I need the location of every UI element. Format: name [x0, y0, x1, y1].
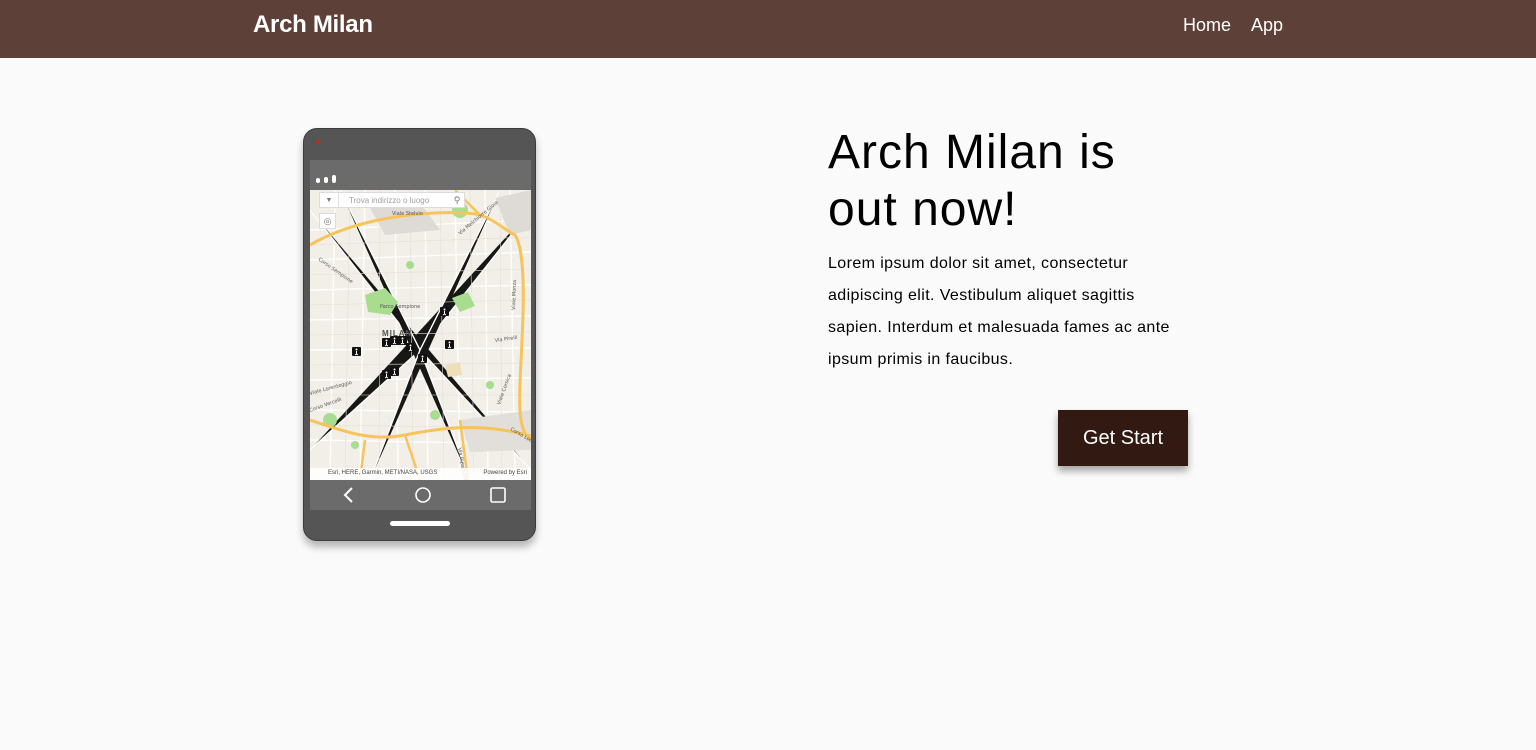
nav-link-home[interactable]: Home [1183, 15, 1231, 36]
back-icon[interactable] [341, 486, 355, 504]
map-city-label: MILAN [382, 329, 413, 338]
status-bar [310, 160, 531, 190]
map-search-input[interactable]: Trova indirizzo o luogo [339, 196, 450, 205]
map-streets-graphic: Viale Stelvio Via Melchiorre Gioia Corso… [310, 190, 531, 480]
recent-apps-icon[interactable] [489, 486, 507, 504]
map-attribution-powered[interactable]: Powered by Esri [483, 470, 527, 476]
android-nav-bar [310, 480, 531, 510]
map-search-box[interactable]: ▼ Trova indirizzo o luogo ⚲ [319, 192, 465, 208]
dropdown-caret-icon[interactable]: ▼ [320, 193, 339, 207]
top-app-bar: Arch Milan Home App [0, 0, 1536, 58]
hero-title: Arch Milan is out now! [828, 126, 1116, 236]
camera-dot [316, 140, 320, 144]
svg-text:Viale Monza: Viale Monza [511, 280, 518, 310]
brand-title[interactable]: Arch Milan [253, 11, 373, 39]
map-attribution-sources: Esri, HERE, Garmin, METI/NASA, USGS [328, 470, 438, 476]
home-indicator [390, 521, 450, 526]
home-circle-icon[interactable] [414, 486, 432, 504]
svg-text:Parco Sempione: Parco Sempione [380, 304, 420, 310]
map-attribution: Esri, HERE, Garmin, METI/NASA, USGS Powe… [310, 468, 531, 480]
svg-text:Viale Stelvio: Viale Stelvio [392, 211, 423, 217]
search-icon[interactable]: ⚲ [450, 195, 464, 206]
phone-mockup: Viale Stelvio Via Melchiorre Gioia Corso… [303, 128, 536, 541]
main-nav: Home App [1183, 15, 1283, 36]
nav-link-app[interactable]: App [1251, 15, 1283, 36]
locate-icon[interactable]: ◎ [319, 213, 336, 229]
phone-screen: Viale Stelvio Via Melchiorre Gioia Corso… [310, 160, 531, 510]
get-start-button[interactable]: Get Start [1058, 410, 1188, 466]
hero-description: Lorem ipsum dolor sit amet, consectetur … [828, 255, 1170, 368]
map-view[interactable]: Viale Stelvio Via Melchiorre Gioia Corso… [310, 190, 531, 480]
